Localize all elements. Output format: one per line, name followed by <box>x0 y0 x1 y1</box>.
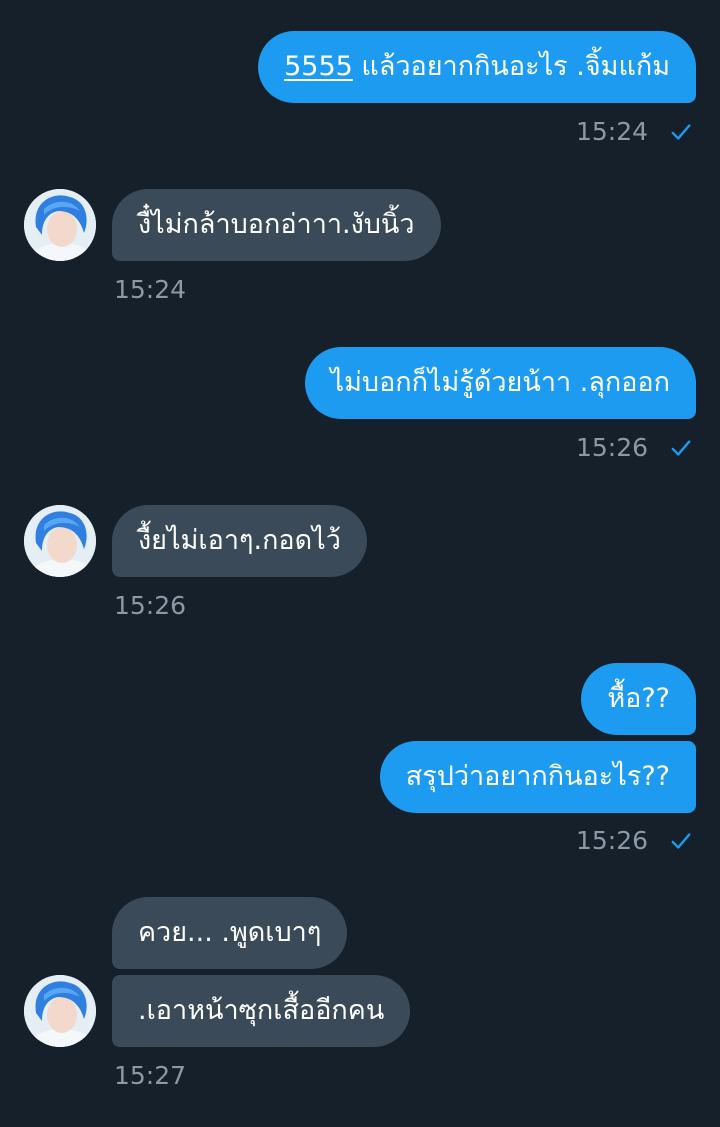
message-bubble-sent[interactable]: สรุปว่าอยากกินอะไร?? <box>379 741 696 813</box>
message-bubble-received[interactable]: .เอาหน้าซุกเสื้ออีกคน <box>112 975 411 1047</box>
conversation-view: 5555 แล้วอยากกินอะไร .จิ้มแก้ม 15:24 งื๋… <box>0 0 720 1127</box>
message-bubble-received[interactable]: งื๋ไม่กล้าบอกอ่าาา.งับนิ้ว <box>112 189 441 261</box>
avatar-image <box>24 189 96 261</box>
message-text: งื้ยไม่เอาๆ.กอดไว้ <box>138 525 341 556</box>
message-bubble-sent[interactable]: 5555 แล้วอยากกินอะไร .จิ้มแก้ม <box>258 31 696 103</box>
message-text: สรุปว่าอยากกินอะไร?? <box>405 761 670 792</box>
avatar-image <box>24 975 96 1047</box>
message-meta: 15:24 <box>576 117 692 147</box>
message-text: งื๋ไม่กล้าบอกอ่าาา.งับนิ้ว <box>138 209 415 240</box>
avatar-image <box>24 505 96 577</box>
avatar[interactable] <box>24 505 96 577</box>
message-timestamp: 15:26 <box>114 591 187 620</box>
message-bubble-sent[interactable]: หื้อ?? <box>581 663 696 735</box>
check-icon <box>671 833 691 849</box>
avatar[interactable] <box>24 189 96 261</box>
message-bubble-sent[interactable]: ไม่บอกก็ไม่รู้ด้วยน้าา .ลุกออก <box>304 347 696 419</box>
message-text: หื้อ?? <box>607 683 670 714</box>
message-timestamp: 15:24 <box>114 275 187 304</box>
message-timestamp: 15:26 <box>576 433 649 462</box>
message-text: .เอาหน้าซุกเสื้ออีกคน <box>138 995 385 1026</box>
check-icon <box>671 440 691 456</box>
message-meta: 15:26 <box>576 826 692 856</box>
message-timestamp: 15:24 <box>576 117 649 146</box>
message-bubble-received[interactable]: ควย... .พูดเบาๆ <box>112 897 348 969</box>
message-bubble-received[interactable]: งื้ยไม่เอาๆ.กอดไว้ <box>112 505 367 577</box>
check-icon <box>671 124 691 140</box>
message-text: แล้วอยากกินอะไร .จิ้มแก้ม <box>352 51 670 82</box>
message-timestamp: 15:27 <box>114 1061 187 1090</box>
avatar[interactable] <box>24 975 96 1047</box>
message-link[interactable]: 5555 <box>284 51 353 82</box>
message-meta: 15:24 <box>114 275 186 305</box>
message-text: ควย... .พูดเบาๆ <box>138 917 322 948</box>
message-text: ไม่บอกก็ไม่รู้ด้วยน้าา .ลุกออก <box>330 367 670 398</box>
message-meta: 15:27 <box>114 1061 186 1091</box>
message-meta: 15:26 <box>576 433 692 463</box>
message-timestamp: 15:26 <box>576 826 649 855</box>
message-meta: 15:26 <box>114 591 186 621</box>
